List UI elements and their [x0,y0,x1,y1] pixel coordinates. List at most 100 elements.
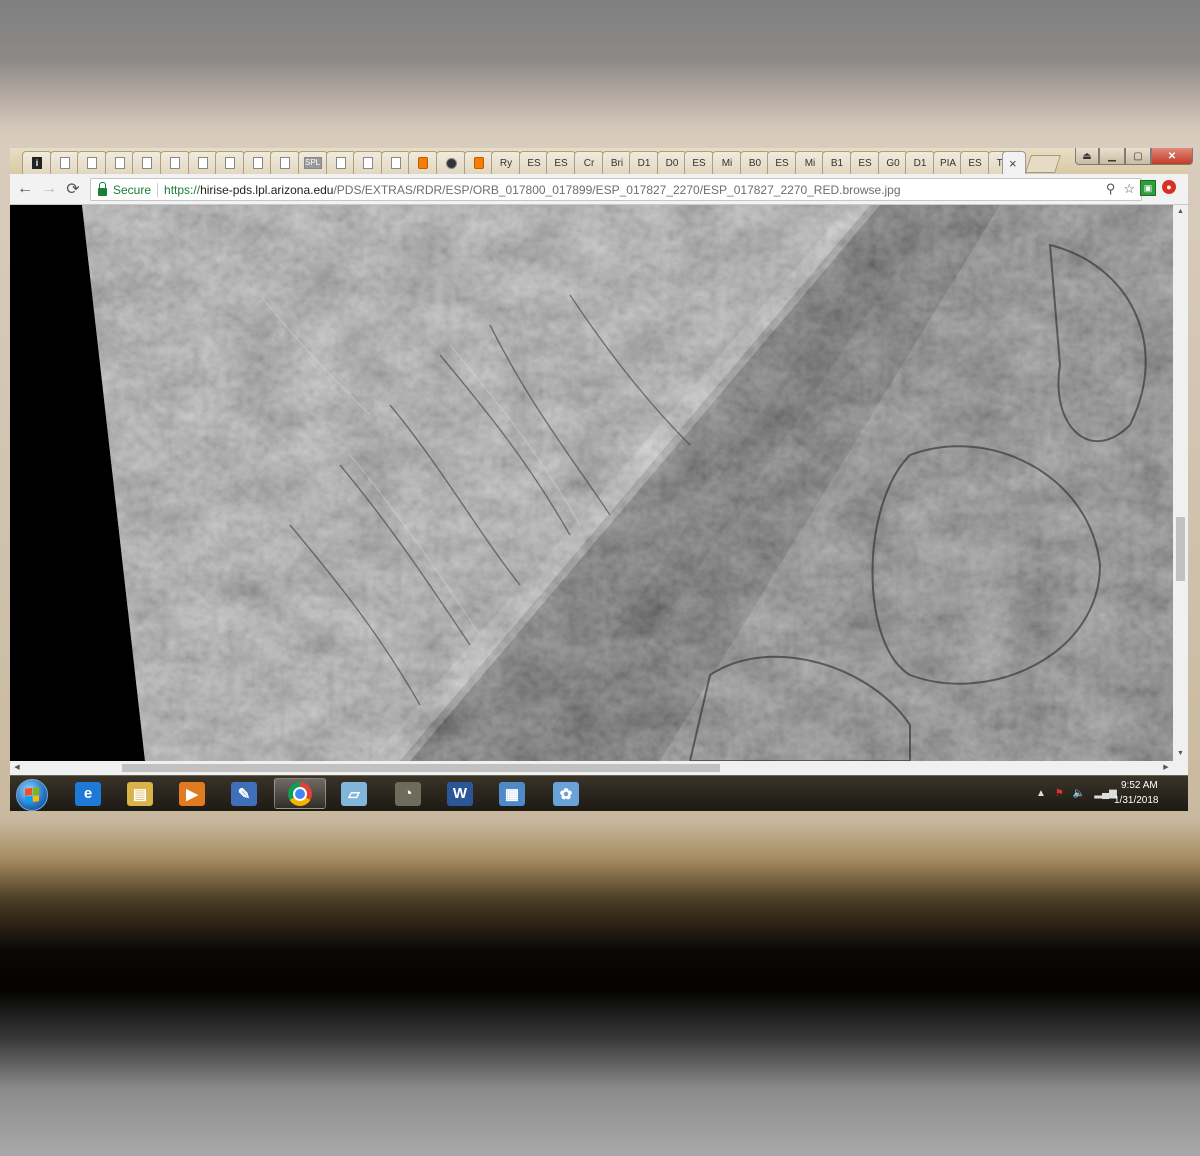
page-icon [198,157,208,169]
taskbar-internet-explorer-button[interactable]: e [62,778,114,809]
taskbar-network-tool-button[interactable]: ✎ [218,778,270,809]
browser-tab[interactable]: D1 [629,151,659,174]
browser-tab[interactable] [326,151,356,174]
minimize-button[interactable]: ▁ [1099,148,1125,165]
tab-title: Mi [804,157,816,169]
scroll-left-icon[interactable]: ◀ [10,761,24,775]
taskbar-chrome-button[interactable] [274,778,326,809]
windows-taskbar: e ▤ ▶ ✎ ▱ ◔ W ▦ ✿ ▲ ⚑ 🔈 ▂▄▆ 9:52 AM 1/31/2018 [10,775,1188,811]
taskbar-photo-viewer-button[interactable]: ▦ [486,778,538,809]
browser-tab[interactable] [215,151,245,174]
maximize-button[interactable]: ▢ [1125,148,1151,165]
taskbar-notepad-button[interactable]: ▱ [328,778,380,809]
horizontal-scroll-thumb[interactable] [122,764,720,772]
browser-tab[interactable] [105,151,135,174]
tab-title: Mi [721,157,733,169]
scroll-up-icon[interactable]: ▲ [1173,205,1188,219]
page-icon [253,157,263,169]
scroll-down-icon[interactable]: ▼ [1173,747,1188,761]
browser-tab[interactable]: ES [684,151,714,174]
horizontal-scrollbar[interactable]: ◀ ▶ [10,761,1188,775]
vertical-scrollbar[interactable]: ▲ ▼ [1173,205,1188,761]
page-icon [115,157,125,169]
browser-tab[interactable]: Mi [795,151,825,174]
internet-explorer-icon: e [75,781,101,806]
browser-tab[interactable] [381,151,411,174]
browser-tab[interactable] [464,151,494,174]
tab-title: Bri [610,157,624,169]
taskbar-paint-button[interactable]: ✿ [540,778,592,809]
close-tab-icon[interactable]: × [1009,156,1017,171]
back-button[interactable]: ← [14,179,36,199]
page-icon [87,157,97,169]
browser-tab[interactable] [50,151,80,174]
tab-title: ES [858,157,872,169]
browser-tab[interactable]: i [22,151,52,174]
profile-button[interactable]: ⏏ [1075,148,1099,165]
browser-tab[interactable] [353,151,383,174]
forward-button[interactable]: → [38,179,60,199]
browser-tab[interactable]: ES [960,151,990,174]
browser-tab[interactable] [270,151,300,174]
show-hidden-icons-button[interactable]: ▲ [1036,788,1046,799]
taskbar-gimp-button[interactable]: ◔ [382,778,434,809]
browser-tab[interactable]: ES [850,151,880,174]
tab-title: ES [527,157,541,169]
tab-strip: i SPL Ry ES ES Cr Bri D1 D0 ES Mi B0 ES Mi B1 ES G0 D1 PIA… [10,148,1193,175]
address-bar[interactable]: Secure https://hirise-pds.lpl.arizona.ed… [90,178,1142,201]
bookmark-star-icon[interactable]: ☆ [1123,181,1135,197]
taskbar-media-player-button[interactable]: ▶ [166,778,218,809]
red-extension-icon[interactable]: ● [1162,180,1176,194]
tab-title: B0 [748,157,762,169]
page-icon [391,157,401,169]
tab-title: D1 [637,157,651,169]
start-button[interactable] [16,779,48,811]
tab-title: Cr [583,157,595,169]
tab-title: D1 [913,157,927,169]
browser-tab[interactable]: ES [519,151,549,174]
new-tab-button[interactable] [1025,155,1061,173]
browser-tab[interactable]: Mi [712,151,742,174]
zoom-icon[interactable]: ⚲ [1106,181,1116,197]
browser-tab[interactable]: Ry [491,151,521,174]
browser-tab[interactable]: G0 [878,151,908,174]
blogger-icon [418,157,428,169]
browser-tab[interactable] [77,151,107,174]
browser-tab[interactable] [243,151,273,174]
chrome-icon [288,781,312,806]
tab-title: B1 [830,157,844,169]
system-tray: ▲ ⚑ 🔈 ▂▄▆ 9:52 AM 1/31/2018 [1028,776,1188,811]
browser-tab[interactable]: D1 [905,151,935,174]
browser-toolbar: ← → ⟳ Secure https://hirise-pds.lpl.ariz… [10,174,1188,205]
tab-title: PIA [939,157,957,169]
browser-tab[interactable] [436,151,466,174]
reload-button[interactable]: ⟳ [62,179,84,199]
browser-tab[interactable]: Bri [602,151,632,174]
volume-icon[interactable]: 🔈 [1073,788,1085,799]
clock-date[interactable]: 1/31/2018 [1114,795,1159,806]
paint-icon: ✿ [553,781,579,806]
taskbar-file-explorer-button[interactable]: ▤ [114,778,166,809]
site-icon: SPL [304,157,322,169]
taskbar-word-button[interactable]: W [434,778,486,809]
browser-tab[interactable]: SPL [298,151,328,174]
browser-tab[interactable]: PIA [933,151,963,174]
clock-time[interactable]: 9:52 AM [1121,780,1158,791]
shield-extension-icon[interactable]: ▣ [1140,180,1156,196]
scroll-right-icon[interactable]: ▶ [1159,761,1173,775]
flag-icon[interactable]: ⚑ [1055,788,1064,799]
url-text[interactable]: https://hirise-pds.lpl.arizona.edu/PDS/E… [164,183,900,197]
browser-tab[interactable] [160,151,190,174]
vertical-scroll-thumb[interactable] [1176,517,1185,581]
browser-tab[interactable] [408,151,438,174]
browser-tab[interactable]: ES [546,151,576,174]
active-browser-tab[interactable]: × [1002,151,1026,174]
browser-tab[interactable]: ES [767,151,797,174]
browser-tab[interactable] [188,151,218,174]
browser-tab[interactable]: Cr [574,151,604,174]
browser-tab[interactable]: B0 [740,151,770,174]
browser-tab[interactable]: B1 [822,151,852,174]
browser-tab[interactable] [132,151,162,174]
browser-tab[interactable]: D0 [657,151,687,174]
close-window-button[interactable]: ✕ [1151,148,1193,165]
